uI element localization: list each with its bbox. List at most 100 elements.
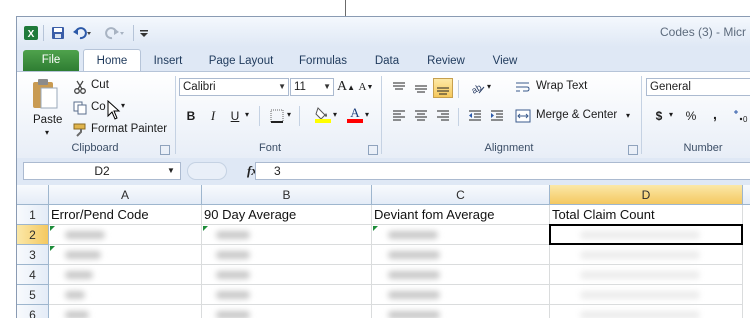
increase-indent-button[interactable] <box>487 106 507 126</box>
tab-insert[interactable]: Insert <box>143 51 193 71</box>
font-launcher-icon[interactable] <box>368 145 378 155</box>
cell-a3[interactable] <box>49 245 202 265</box>
align-top-button[interactable] <box>389 78 409 98</box>
row-header-6[interactable]: 6 <box>17 305 49 318</box>
excel-logo-icon[interactable]: X <box>23 25 39 41</box>
align-right-button[interactable] <box>433 106 453 126</box>
mouse-cursor-icon <box>107 99 121 120</box>
currency-button[interactable]: $ <box>649 106 669 126</box>
row-header-2[interactable]: 2 <box>17 225 49 245</box>
align-center-button[interactable] <box>411 106 431 126</box>
tab-home[interactable]: Home <box>83 49 141 72</box>
column-header-d[interactable]: D <box>550 185 743 205</box>
cell-b1[interactable]: 90 Day Average <box>202 205 372 225</box>
align-bottom-button[interactable] <box>433 78 453 98</box>
align-right-icon <box>437 110 449 121</box>
copy-dropdown-icon[interactable]: ▾ <box>121 101 125 110</box>
underline-dropdown-icon[interactable]: ▾ <box>245 110 249 119</box>
bold-button[interactable]: B <box>181 106 201 126</box>
undo-icon[interactable] <box>71 25 93 41</box>
cell-c2[interactable] <box>372 225 550 245</box>
cell-a2[interactable] <box>49 225 202 245</box>
font-name-combo[interactable]: Calibri ▼ <box>179 78 289 96</box>
orientation-button[interactable]: ab <box>467 78 487 98</box>
window-title: Codes (3) - Micr <box>660 25 747 39</box>
copy-button[interactable]: Co <box>91 101 106 113</box>
align-left-button[interactable] <box>389 106 409 126</box>
paste-icon[interactable] <box>29 78 63 110</box>
cell-c5[interactable] <box>372 285 550 305</box>
italic-button[interactable]: I <box>203 106 223 126</box>
paste-button[interactable]: Paste <box>33 114 62 126</box>
cell-a4[interactable] <box>49 265 202 285</box>
cell-b6[interactable] <box>202 305 372 318</box>
formula-bar-separator[interactable] <box>187 162 227 180</box>
comma-button[interactable]: , <box>705 104 725 124</box>
font-color-dropdown-icon[interactable]: ▾ <box>365 110 369 119</box>
row-header-5[interactable]: 5 <box>17 285 49 305</box>
cell-a1[interactable]: Error/Pend Code <box>49 205 202 225</box>
cell-c3[interactable] <box>372 245 550 265</box>
number-format-combo[interactable]: General <box>646 78 750 96</box>
svg-text:X: X <box>28 29 35 40</box>
redo-icon[interactable] <box>103 25 125 41</box>
wrap-text-button[interactable]: Wrap Text <box>536 80 587 92</box>
cell-d4[interactable] <box>550 265 743 285</box>
save-icon[interactable] <box>50 25 66 41</box>
cell-b4[interactable] <box>202 265 372 285</box>
orientation-dropdown-icon[interactable]: ▾ <box>487 82 491 91</box>
row-header-1[interactable]: 1 <box>17 205 49 225</box>
row-header-4[interactable]: 4 <box>17 265 49 285</box>
column-header-e[interactable] <box>743 185 750 205</box>
increase-decimal-button[interactable]: 0 <box>731 106 750 126</box>
tab-data[interactable]: Data <box>369 51 405 71</box>
row-header-3[interactable]: 3 <box>17 245 49 265</box>
merge-dropdown-icon[interactable]: ▾ <box>626 111 630 120</box>
tab-review[interactable]: Review <box>421 51 471 71</box>
customize-icon[interactable] <box>138 25 150 41</box>
formula-input[interactable]: 3 <box>255 162 750 180</box>
tab-file[interactable]: File <box>23 50 79 71</box>
shrink-font-button[interactable]: A ▼ <box>356 77 376 97</box>
font-color-button[interactable]: A <box>345 104 365 124</box>
decrease-indent-button[interactable] <box>465 106 485 126</box>
cell-c1[interactable]: Deviant fom Average <box>372 205 550 225</box>
cell-d1[interactable]: Total Claim Count <box>550 205 743 225</box>
grow-font-button[interactable]: A ▲ <box>336 77 356 97</box>
cell-d3[interactable] <box>550 245 743 265</box>
alignment-launcher-icon[interactable] <box>628 145 638 155</box>
cell-c6[interactable] <box>372 305 550 318</box>
cell-d2[interactable] <box>550 225 743 245</box>
merge-center-button[interactable]: Merge & Center <box>536 109 617 121</box>
cell-a5[interactable] <box>49 285 202 305</box>
cell-b3[interactable] <box>202 245 372 265</box>
cell-c4[interactable] <box>372 265 550 285</box>
chevron-down-icon[interactable]: ▼ <box>167 162 175 180</box>
underline-button[interactable]: U <box>225 106 245 126</box>
clipboard-launcher-icon[interactable] <box>160 145 170 155</box>
borders-button[interactable] <box>267 106 287 126</box>
cell-b2[interactable] <box>202 225 372 245</box>
column-header-a[interactable]: A <box>49 185 202 205</box>
column-header-c[interactable]: C <box>372 185 550 205</box>
name-box[interactable]: D2 <box>23 162 181 180</box>
paste-dropdown-icon[interactable]: ▾ <box>45 128 49 137</box>
align-middle-button[interactable] <box>411 78 431 98</box>
fill-color-dropdown-icon[interactable]: ▾ <box>333 110 337 119</box>
percent-button[interactable]: % <box>681 106 701 126</box>
column-header-b[interactable]: B <box>202 185 372 205</box>
format-painter-button[interactable]: Format Painter <box>91 123 167 135</box>
font-size-combo[interactable]: 11 ▼ <box>290 78 334 96</box>
tab-formulas[interactable]: Formulas <box>293 51 353 71</box>
tab-view[interactable]: View <box>485 51 525 71</box>
cell-d6[interactable] <box>550 305 743 318</box>
currency-dropdown-icon[interactable]: ▾ <box>669 110 673 119</box>
borders-dropdown-icon[interactable]: ▾ <box>287 110 291 119</box>
cell-d5[interactable] <box>550 285 743 305</box>
cell-b5[interactable] <box>202 285 372 305</box>
fill-color-button[interactable] <box>313 104 333 124</box>
cell-a6[interactable] <box>49 305 202 318</box>
cut-button[interactable]: Cut <box>91 79 109 91</box>
tab-page-layout[interactable]: Page Layout <box>203 51 279 71</box>
select-all-corner[interactable] <box>17 185 49 205</box>
